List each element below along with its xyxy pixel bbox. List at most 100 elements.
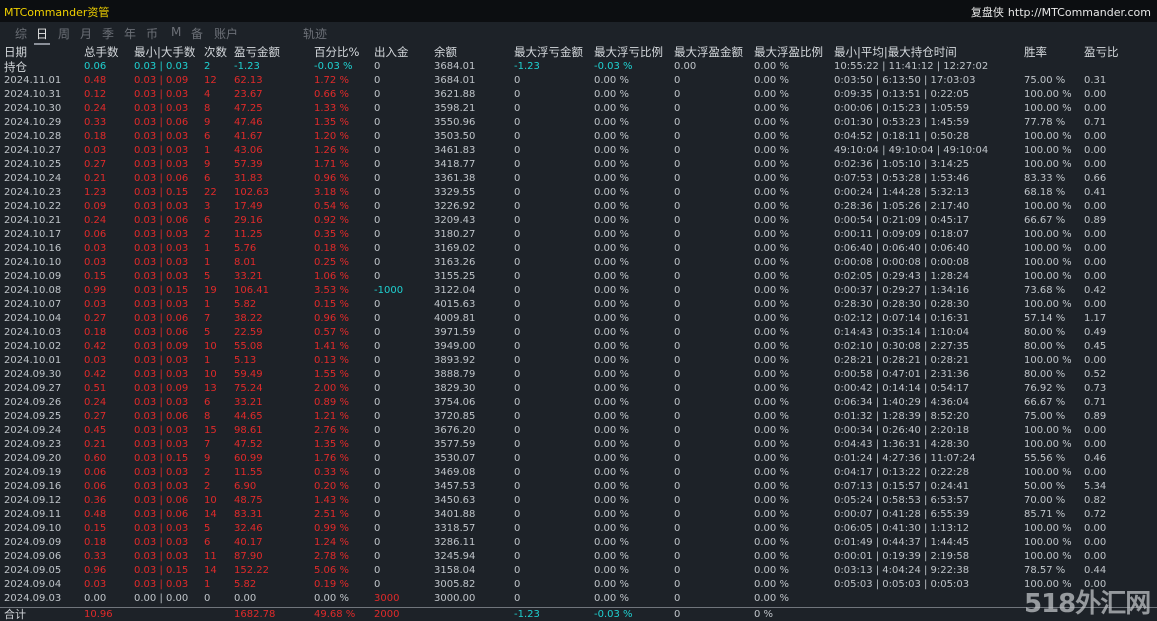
replay-label[interactable]: 复盘侠 [971, 6, 1004, 19]
table-row[interactable]: 2024.09.23 0.21 0.03 | 0.03 7 47.52 1.35 % 0 35… [0, 438, 1157, 452]
total-label: 合计 [4, 608, 26, 621]
table-row[interactable]: 2024.10.29 0.33 0.03 | 0.06 9 47.46 1.35 % 0 35… [0, 116, 1157, 130]
tab-summary[interactable]: 综 [15, 25, 27, 42]
tab-daily[interactable]: 日 [33, 25, 51, 45]
header-min-max-lots[interactable]: 最小|大手数 [134, 45, 195, 60]
table-row[interactable]: 2024.09.24 0.45 0.03 | 0.03 15 98.61 2.76 % 0 3… [0, 424, 1157, 438]
table-row[interactable]: 2024.09.09 0.18 0.03 | 0.03 6 40.17 1.24 % 0 32… [0, 536, 1157, 550]
table-row[interactable]: 2024.10.27 0.03 0.03 | 0.03 1 43.06 1.26 % 0 34… [0, 144, 1157, 158]
cell-min-max-lots: 0.03 | 0.09 [134, 75, 189, 86]
header-date[interactable]: 日期 [4, 45, 27, 60]
cell-max-float-loss-pct: 0.00 % [594, 75, 629, 86]
cell-max-float-loss: 0 [514, 481, 521, 492]
table-row[interactable]: 2024.09.12 0.36 0.03 | 0.06 10 48.75 1.43 % 0 3… [0, 494, 1157, 508]
header-pl-ratio[interactable]: 盈亏比 [1084, 45, 1119, 60]
cell-pl-ratio: 0.49 [1084, 327, 1107, 338]
table-row[interactable]: 2024.09.05 0.96 0.03 | 0.15 14 152.22 5.06 % 0… [0, 564, 1157, 578]
cell-balance: 3318.57 [434, 523, 476, 534]
table-row[interactable]: 2024.10.25 0.27 0.03 | 0.03 9 57.39 1.71 % 0 34… [0, 158, 1157, 172]
table-row[interactable]: 2024.09.10 0.15 0.03 | 0.03 5 32.46 0.99 % 0 33… [0, 522, 1157, 536]
cell-hold-time: 0:05:03 | 0:05:03 | 0:05:03 [834, 579, 970, 590]
table-row[interactable]: 2024.10.31 0.12 0.03 | 0.03 4 23.67 0.66 % 0 36… [0, 88, 1157, 102]
cell-hold-time: 0:00:24 | 1:44:28 | 5:32:13 [834, 187, 970, 198]
cell-hold-time: 0:01:49 | 0:44:37 | 1:44:45 [834, 537, 970, 548]
total-row[interactable]: 合计 10.96 1682.78 49.68 % 2000 -1.23 -0.0… [0, 607, 1157, 621]
table-row[interactable]: 2024.10.10 0.03 0.03 | 0.03 1 8.01 0.25 % 0 316… [0, 256, 1157, 270]
header-count[interactable]: 次数 [204, 45, 227, 60]
table-row[interactable]: 2024.09.04 0.03 0.03 | 0.03 1 5.82 0.19 % 0 300… [0, 578, 1157, 592]
table-row[interactable]: 2024.10.02 0.42 0.03 | 0.09 10 55.08 1.41 % 0 3… [0, 340, 1157, 354]
cell-balance: 3457.53 [434, 481, 476, 492]
table-row[interactable]: 2024.10.17 0.06 0.03 | 0.03 2 11.25 0.35 % 0 31… [0, 228, 1157, 242]
tab-account[interactable]: 账户 [214, 25, 238, 42]
table-row[interactable]: 2024.10.07 0.03 0.03 | 0.03 1 5.82 0.15 % 0 401… [0, 298, 1157, 312]
table-row[interactable]: 2024.10.24 0.21 0.03 | 0.06 6 31.83 0.96 % 0 33… [0, 172, 1157, 186]
cell-total-lots: 0.48 [84, 509, 107, 520]
tab-notes[interactable]: 备 [191, 25, 203, 42]
table-row[interactable]: 2024.10.21 0.24 0.03 | 0.06 6 29.16 0.92 % 0 32… [0, 214, 1157, 228]
cell-profit: 33.21 [234, 397, 263, 408]
header-win-rate[interactable]: 胜率 [1024, 45, 1047, 60]
cell-max-float-profit-pct: 0.00 % [754, 201, 789, 212]
header-total-lots[interactable]: 总手数 [84, 45, 119, 60]
table-row[interactable]: 2024.10.22 0.09 0.03 | 0.03 3 17.49 0.54 % 0 32… [0, 200, 1157, 214]
tab-trajectory[interactable]: 轨迹 [303, 25, 327, 42]
cell-balance: 3000.00 [434, 593, 476, 604]
table-row[interactable]: 2024.10.16 0.03 0.03 | 0.03 1 5.76 0.18 % 0 316… [0, 242, 1157, 256]
table-row[interactable]: 2024.10.01 0.03 0.03 | 0.03 1 5.13 0.13 % 0 389… [0, 354, 1157, 368]
table-row[interactable]: 2024.10.04 0.27 0.03 | 0.06 7 38.22 0.96 % 0 40… [0, 312, 1157, 326]
tab-yearly[interactable]: 年 [124, 25, 136, 42]
cell-max-float-loss-pct: 0.00 % [594, 299, 629, 310]
cell-total-lots: 0.03 [84, 145, 107, 156]
table-row[interactable]: 2024.09.27 0.51 0.03 | 0.09 13 75.24 2.00 % 0 3… [0, 382, 1157, 396]
table-row[interactable]: 2024.09.20 0.60 0.03 | 0.15 9 60.99 1.76 % 0 35… [0, 452, 1157, 466]
header-balance[interactable]: 余额 [434, 45, 457, 60]
table-row[interactable]: 2024.09.16 0.06 0.03 | 0.03 2 6.90 0.20 % 0 345… [0, 480, 1157, 494]
tab-monthly[interactable]: 月 [80, 25, 92, 42]
table-row[interactable]: 2024.10.23 1.23 0.03 | 0.15 22 102.63 3.18 % 0… [0, 186, 1157, 200]
table-row[interactable]: 2024.09.06 0.33 0.03 | 0.03 11 87.90 2.78 % 0 3… [0, 550, 1157, 564]
holding-count: 2 [204, 61, 211, 72]
cell-count: 2 [204, 229, 211, 240]
table-row[interactable]: 2024.09.25 0.27 0.03 | 0.06 8 44.65 1.21 % 0 37… [0, 410, 1157, 424]
table-row[interactable]: 2024.10.30 0.24 0.03 | 0.03 8 47.25 1.33 % 0 35… [0, 102, 1157, 116]
header-max-float-profit-pct[interactable]: 最大浮盈比例 [754, 45, 823, 60]
cell-win-rate: 100.00 % [1024, 103, 1072, 114]
tab-quarterly[interactable]: 季 [102, 25, 114, 42]
table-row[interactable]: 2024.09.03 0.00 0.00 | 0.00 0 0.00 0.00 % 3000… [0, 592, 1157, 606]
cell-max-float-loss-pct: 0.00 % [594, 411, 629, 422]
table-row[interactable]: 2024.10.03 0.18 0.03 | 0.06 5 22.59 0.57 % 0 39… [0, 326, 1157, 340]
table-row[interactable]: 2024.09.26 0.24 0.03 | 0.03 6 33.21 0.89 % 0 37… [0, 396, 1157, 410]
tab-weekly[interactable]: 周 [58, 25, 70, 42]
cell-max-float-profit-pct: 0.00 % [754, 425, 789, 436]
cell-min-max-lots: 0.03 | 0.15 [134, 285, 189, 296]
tab-magic[interactable]: M [171, 25, 181, 39]
cell-min-max-lots: 0.03 | 0.03 [134, 103, 189, 114]
website-link[interactable]: http://MTCommander.com [1008, 6, 1151, 19]
header-max-float-loss-pct[interactable]: 最大浮亏比例 [594, 45, 663, 60]
cell-count: 5 [204, 523, 211, 534]
cell-balance: 3450.63 [434, 495, 476, 506]
header-hold-time[interactable]: 最小|平均|最大持仓时间 [834, 45, 957, 60]
header-deposit[interactable]: 出入金 [374, 45, 409, 60]
table-row[interactable]: 2024.10.08 0.99 0.03 | 0.15 19 106.41 3.53 % -… [0, 284, 1157, 298]
header-profit[interactable]: 盈亏金额 [234, 45, 280, 60]
holding-row[interactable]: 持仓 0.06 0.03 | 0.03 2 -1.23 -0.03 % 0 36… [0, 60, 1157, 74]
table-row[interactable]: 2024.09.19 0.06 0.03 | 0.03 2 11.55 0.33 % 0 34… [0, 466, 1157, 480]
table-row[interactable]: 2024.10.28 0.18 0.03 | 0.03 6 41.67 1.20 % 0 35… [0, 130, 1157, 144]
cell-pl-ratio: 0.71 [1084, 397, 1107, 408]
table-row[interactable]: 2024.09.30 0.42 0.03 | 0.03 10 59.49 1.55 % 0 3… [0, 368, 1157, 382]
cell-deposit: 0 [374, 397, 381, 408]
table-row[interactable]: 2024.09.11 0.48 0.03 | 0.06 14 83.31 2.51 % 0 3… [0, 508, 1157, 522]
cell-count: 6 [204, 537, 211, 548]
table-row[interactable]: 2024.10.09 0.15 0.03 | 0.03 5 33.21 1.06 % 0 31… [0, 270, 1157, 284]
header-percent[interactable]: 百分比% [314, 45, 359, 60]
cell-max-float-loss-pct: 0.00 % [594, 467, 629, 478]
header-max-float-loss[interactable]: 最大浮亏金额 [514, 45, 583, 60]
cell-min-max-lots: 0.03 | 0.03 [134, 257, 189, 268]
cell-deposit: 0 [374, 383, 381, 394]
header-max-float-profit[interactable]: 最大浮盈金额 [674, 45, 743, 60]
cell-balance: 3949.00 [434, 341, 476, 352]
tab-symbol[interactable]: 币 [146, 25, 158, 42]
table-row[interactable]: 2024.11.01 0.48 0.03 | 0.09 12 62.13 1.72 % 0 3… [0, 74, 1157, 88]
